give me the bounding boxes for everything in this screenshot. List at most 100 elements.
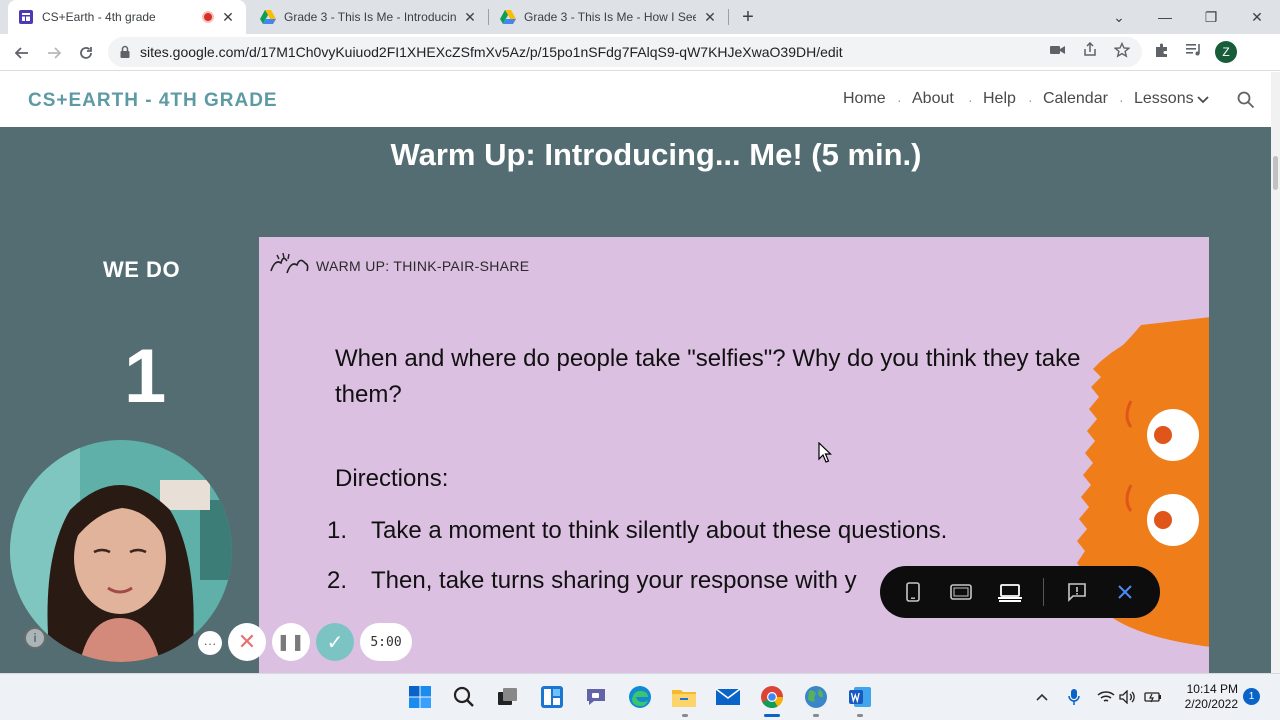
media-queue-icon[interactable]	[1185, 41, 1203, 59]
clock-time: 10:14 PM	[1186, 682, 1238, 696]
step-2-number: 2.	[327, 567, 348, 594]
slide-question: When and where do people take "selfies"?…	[335, 345, 1081, 408]
reload-button[interactable]	[72, 39, 100, 67]
toolbar-divider	[1043, 578, 1044, 606]
hands-logo-icon	[270, 252, 309, 274]
mouse-cursor-icon	[818, 442, 832, 463]
google-sites-icon	[18, 9, 34, 25]
windows-taskbar: 10:14 PM 2/20/2022 1	[0, 673, 1280, 720]
nav-home[interactable]: Home	[843, 90, 886, 108]
webcam-presenter-image	[10, 440, 232, 662]
page-heading: Warm Up: Introducing... Me! (5 min.)	[390, 137, 922, 172]
tab-separator	[728, 9, 729, 25]
file-explorer-icon[interactable]	[671, 684, 697, 710]
share-icon[interactable]	[1081, 41, 1099, 59]
earth-icon[interactable]	[803, 684, 829, 710]
browser-toolbar: sites.google.com/d/17M1Ch0vyKuiuod2FI1XH…	[0, 34, 1280, 71]
google-drive-icon	[260, 9, 276, 25]
forward-button[interactable]	[40, 39, 68, 67]
nav-about[interactable]: About	[912, 90, 954, 108]
page-scrollbar[interactable]	[1271, 72, 1280, 673]
reload-icon	[80, 47, 92, 59]
tab-grade3-introducing[interactable]: Grade 3 - This Is Me - Introducin ✕	[250, 0, 488, 34]
tab-grade3-how-i-see[interactable]: Grade 3 - This Is Me - How I See ✕	[490, 0, 728, 34]
chrome-icon[interactable]	[759, 684, 785, 710]
device-preview-toolbar	[880, 566, 1160, 618]
step-1-text: Take a moment to think silently about th…	[371, 517, 948, 544]
forward-arrow-icon	[48, 47, 62, 59]
notification-badge[interactable]: 1	[1243, 688, 1260, 705]
nav-calendar[interactable]: Calendar	[1043, 90, 1108, 108]
nav-separator: ·	[968, 92, 973, 108]
system-clock[interactable]: 10:14 PM 2/20/2022	[1168, 682, 1238, 712]
app-running-indicator	[857, 714, 863, 717]
extensions-icon[interactable]	[1153, 41, 1171, 59]
nav-help[interactable]: Help	[983, 90, 1016, 108]
google-drive-icon	[500, 9, 516, 25]
more-options-button[interactable]: ···	[198, 631, 222, 655]
camera-icon[interactable]	[1049, 41, 1067, 59]
close-tab-icon[interactable]: ✕	[220, 9, 236, 25]
restore-button[interactable]: ❐	[1188, 0, 1234, 34]
word-icon[interactable]	[847, 684, 873, 710]
address-bar[interactable]: sites.google.com/d/17M1Ch0vyKuiuod2FI1XH…	[108, 37, 1142, 67]
close-icon[interactable]	[1112, 579, 1138, 605]
new-tab-button[interactable]: +	[736, 5, 760, 29]
start-icon[interactable]	[407, 684, 433, 710]
app-running-indicator	[813, 714, 819, 717]
tab-title: CS+Earth - 4th grade	[42, 10, 156, 24]
step-1-number: 1.	[327, 517, 348, 544]
nav-separator: ·	[897, 92, 902, 108]
clock-date: 2/20/2022	[1184, 697, 1238, 711]
app-running-indicator	[682, 714, 688, 717]
nav-separator: ·	[1028, 92, 1033, 108]
tab-separator	[488, 9, 489, 25]
lock-icon	[120, 45, 130, 58]
microphone-icon[interactable]	[1064, 687, 1084, 707]
search-icon[interactable]	[451, 684, 477, 710]
step-2-text: Then, take turns sharing your response w…	[371, 567, 857, 594]
tablet-icon[interactable]	[948, 579, 974, 605]
feedback-icon[interactable]	[1064, 579, 1090, 605]
close-tab-icon[interactable]: ✕	[462, 9, 478, 25]
cancel-recording-button[interactable]: ✕	[228, 623, 266, 661]
tab-title: Grade 3 - This Is Me - Introducin	[284, 10, 456, 24]
teams-chat-icon[interactable]	[583, 684, 609, 710]
wifi-icon[interactable]	[1096, 687, 1116, 707]
back-arrow-icon	[14, 47, 28, 59]
close-tab-icon[interactable]: ✕	[702, 9, 718, 25]
edge-icon[interactable]	[627, 684, 653, 710]
profile-avatar[interactable]: Z	[1215, 41, 1237, 63]
show-hidden-icons-chevron-icon[interactable]	[1032, 687, 1052, 707]
app-active-indicator	[764, 714, 780, 717]
slide-label: WARM UP: THINK-PAIR-SHARE	[316, 258, 530, 274]
recording-indicator-icon	[202, 11, 214, 23]
tab-title: Grade 3 - This Is Me - How I See	[524, 10, 696, 24]
pause-recording-button[interactable]: ❚❚	[272, 623, 310, 661]
volume-icon[interactable]	[1118, 687, 1138, 707]
site-title[interactable]: CS+EARTH - 4TH GRADE	[28, 90, 278, 112]
site-header: CS+EARTH - 4TH GRADE Home · About · Help…	[0, 72, 1271, 127]
mail-icon[interactable]	[715, 684, 741, 710]
widgets-icon[interactable]	[539, 684, 565, 710]
info-button[interactable]: i	[24, 627, 46, 649]
recording-timer: 5:00	[360, 623, 412, 661]
bookmark-star-icon[interactable]	[1113, 41, 1131, 59]
tab-search-button[interactable]: ⌄	[1096, 0, 1142, 34]
site-search-icon[interactable]	[1237, 91, 1255, 109]
back-button[interactable]	[8, 39, 36, 67]
battery-icon[interactable]	[1143, 687, 1163, 707]
task-view-icon[interactable]	[495, 684, 521, 710]
scrollbar-thumb[interactable]	[1273, 156, 1278, 190]
tab-cs-earth[interactable]: CS+Earth - 4th grade ✕	[8, 0, 246, 34]
directions-label: Directions:	[335, 465, 449, 492]
active-device-underline	[999, 600, 1021, 602]
finish-recording-button[interactable]: ✓	[316, 623, 354, 661]
webcam-bubble[interactable]	[10, 440, 232, 662]
lessons-chevron-down-icon[interactable]	[1197, 96, 1209, 104]
close-window-button[interactable]: ✕	[1234, 0, 1280, 34]
minimize-button[interactable]: —	[1142, 0, 1188, 34]
nav-lessons[interactable]: Lessons	[1134, 90, 1194, 108]
url-text: sites.google.com/d/17M1Ch0vyKuiuod2FI1XH…	[140, 44, 843, 60]
phone-icon[interactable]	[900, 579, 926, 605]
